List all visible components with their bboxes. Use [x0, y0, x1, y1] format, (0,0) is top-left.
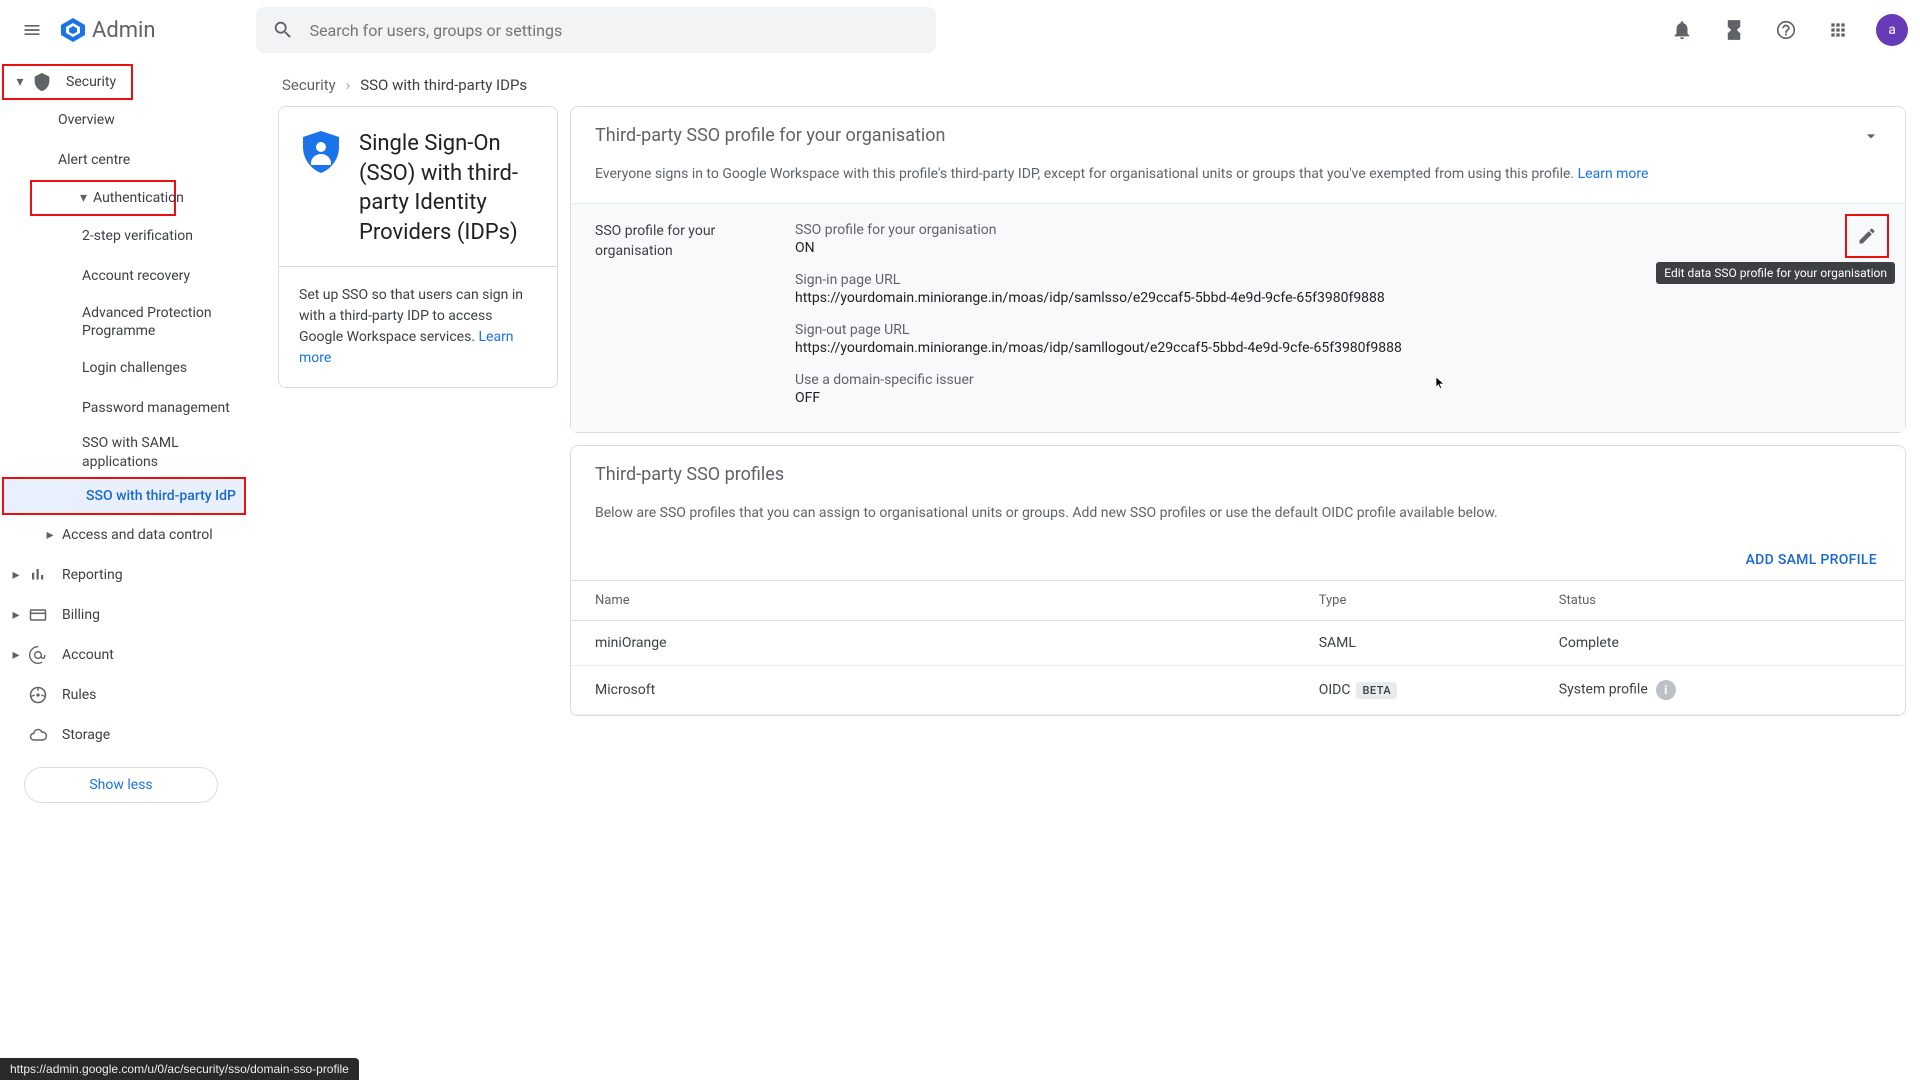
beta-badge: BETA: [1356, 682, 1397, 699]
sidebar-label: Security: [66, 74, 116, 90]
header-actions: a: [1662, 10, 1908, 50]
apps-button[interactable]: [1818, 10, 1858, 50]
sidebar-item-authentication[interactable]: ▾ Authentication: [30, 180, 176, 216]
sidebar-item-login-challenges[interactable]: Login challenges: [0, 348, 254, 388]
breadcrumb: Security › SSO with third-party IDPs: [254, 60, 1920, 106]
steering-wheel-icon: [26, 683, 50, 707]
apps-grid-icon: [1828, 20, 1848, 40]
intro-card: Single Sign-On (SSO) with third-party Id…: [278, 106, 558, 388]
col-status: Status: [1545, 581, 1905, 621]
chevron-right-icon: ▸: [10, 647, 22, 663]
search-icon: [272, 19, 294, 41]
sidebar-item-sso-saml[interactable]: SSO with SAML applications: [0, 428, 254, 476]
pencil-icon: [1857, 226, 1877, 246]
sidebar-item-billing[interactable]: ▸ Billing: [0, 595, 254, 635]
chevron-down-icon: ▾: [80, 190, 87, 206]
sidebar-item-overview[interactable]: Overview: [0, 100, 254, 140]
edit-tooltip: Edit data SSO profile for your organisat…: [1656, 262, 1895, 284]
chevron-right-icon: ›: [346, 76, 351, 94]
chevron-down-icon: [1861, 126, 1881, 146]
add-saml-profile-button[interactable]: ADD SAML PROFILE: [571, 542, 1905, 580]
shield-icon: [30, 70, 54, 94]
edit-sso-profile-button[interactable]: [1845, 214, 1889, 258]
search-bar[interactable]: [256, 7, 936, 53]
sidebar-item-security[interactable]: ▾ Security: [2, 64, 133, 100]
sidebar-item-rules[interactable]: ▸ Rules: [0, 675, 254, 715]
panel-header: Third-party SSO profiles: [571, 446, 1905, 503]
sidebar-item-sso-thirdparty[interactable]: SSO with third-party IdP: [2, 477, 246, 515]
app-logo[interactable]: Admin: [60, 17, 156, 43]
breadcrumb-current: SSO with third-party IDPs: [360, 76, 527, 94]
chevron-right-icon: ▸: [10, 567, 22, 583]
panel-header[interactable]: Third-party SSO profile for your organis…: [571, 107, 1905, 164]
sidebar-item-account[interactable]: ▸ Account: [0, 635, 254, 675]
sso-profile-settings: SSO profile for your organisation SSO pr…: [571, 203, 1905, 432]
table-row[interactable]: miniOrange SAML Complete: [571, 621, 1905, 666]
sidebar-item-reporting[interactable]: ▸ Reporting: [0, 555, 254, 595]
sidebar-item-account-recovery[interactable]: Account recovery: [0, 256, 254, 296]
status-bar-url: https://admin.google.com/u/0/ac/security…: [0, 1058, 359, 1080]
sidebar-item-2step[interactable]: 2-step verification: [0, 216, 254, 256]
account-avatar[interactable]: a: [1876, 14, 1908, 46]
sso-profiles-panel: Third-party SSO profiles Below are SSO p…: [570, 445, 1906, 716]
app-header: Admin a: [0, 0, 1920, 60]
sidebar-item-access-data[interactable]: ▸ Access and data control: [0, 515, 254, 555]
chevron-right-icon: ▸: [44, 527, 56, 543]
intro-title: Single Sign-On (SSO) with third-party Id…: [359, 129, 537, 248]
sidebar-item-alert-centre[interactable]: Alert centre: [0, 140, 254, 180]
app-name: Admin: [92, 18, 156, 43]
at-sign-icon: [26, 643, 50, 667]
help-button[interactable]: [1766, 10, 1806, 50]
search-input[interactable]: [310, 21, 920, 40]
main-content: Security › SSO with third-party IDPs Sin…: [254, 60, 1920, 1080]
col-type: Type: [1305, 581, 1545, 621]
breadcrumb-link-security[interactable]: Security: [282, 76, 336, 94]
hourglass-icon: [1723, 19, 1745, 41]
tasks-button[interactable]: [1714, 10, 1754, 50]
learn-more-link[interactable]: Learn more: [1578, 166, 1649, 182]
settings-section-label: SSO profile for your organisation: [595, 222, 775, 406]
sidebar: ▾ Security Overview Alert centre ▾ Authe…: [0, 60, 254, 1080]
sidebar-item-storage[interactable]: ▸ Storage: [0, 715, 254, 755]
menu-icon: [22, 20, 42, 40]
sso-profiles-table: Name Type Status miniOrange SAML Complet…: [571, 580, 1905, 715]
cloud-icon: [26, 723, 50, 747]
show-less-button[interactable]: Show less: [24, 767, 218, 803]
sidebar-item-password-management[interactable]: Password management: [0, 388, 254, 428]
chevron-down-icon: ▾: [14, 74, 26, 90]
help-icon: [1775, 19, 1797, 41]
chevron-right-icon: ▸: [10, 607, 22, 623]
org-sso-profile-panel: Third-party SSO profile for your organis…: [570, 106, 1906, 433]
hamburger-menu-button[interactable]: [12, 10, 52, 50]
credit-card-icon: [26, 603, 50, 627]
admin-logo-icon: [60, 17, 86, 43]
notifications-button[interactable]: [1662, 10, 1702, 50]
table-row[interactable]: Microsoft OIDCBETA System profilei: [571, 666, 1905, 715]
bell-icon: [1671, 19, 1693, 41]
bar-chart-icon: [26, 563, 50, 587]
sidebar-item-advanced-protection[interactable]: Advanced Protection Programme: [0, 296, 254, 348]
info-icon[interactable]: i: [1656, 680, 1676, 700]
sso-shield-icon: [299, 129, 343, 248]
col-name: Name: [571, 581, 1305, 621]
